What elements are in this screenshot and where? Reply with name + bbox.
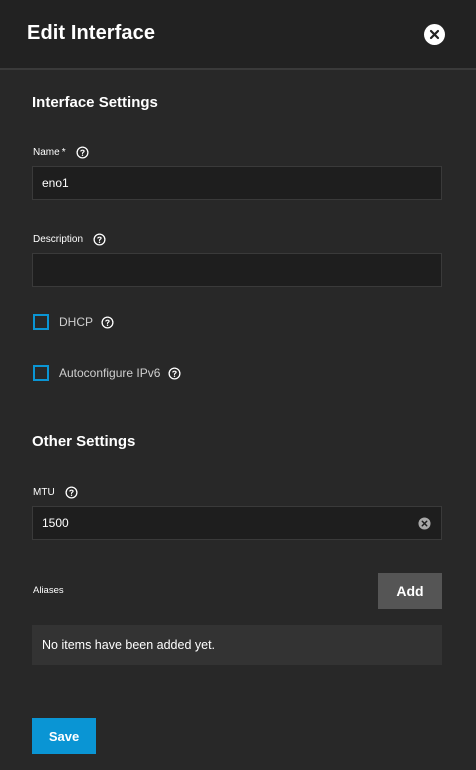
panel-header: Edit Interface — [0, 0, 476, 70]
description-label: Description — [33, 233, 106, 246]
mtu-label: MTU — [33, 486, 78, 499]
autoconfigure-ipv6-help-icon[interactable] — [168, 366, 181, 380]
name-label-text: Name * — [33, 147, 66, 158]
aliases-label: Aliases — [33, 585, 64, 596]
autoconfigure-ipv6-row: Autoconfigure IPv6 — [33, 365, 181, 381]
aliases-empty-text: No items have been added yet. — [42, 638, 216, 652]
dhcp-row: DHCP — [33, 314, 114, 330]
dhcp-help-icon[interactable] — [101, 315, 114, 329]
aliases-empty-state: No items have been added yet. — [32, 625, 442, 665]
name-input-value: eno1 — [42, 176, 69, 190]
add-alias-button[interactable]: Add — [378, 573, 442, 609]
description-help-icon[interactable] — [93, 233, 106, 246]
save-button[interactable]: Save — [32, 718, 96, 754]
name-input[interactable]: eno1 — [32, 166, 442, 200]
close-button[interactable] — [424, 24, 445, 45]
description-label-text: Description — [33, 234, 84, 245]
name-label: Name * — [33, 146, 89, 159]
mtu-label-text: MTU — [33, 487, 55, 498]
dhcp-label[interactable]: DHCP — [59, 315, 93, 329]
interface-settings-title: Interface Settings — [32, 94, 158, 111]
name-help-icon[interactable] — [76, 146, 89, 159]
dhcp-checkbox[interactable] — [33, 314, 49, 330]
mtu-input-value: 1500 — [42, 516, 69, 530]
autoconfigure-ipv6-label[interactable]: Autoconfigure IPv6 — [59, 366, 160, 380]
autoconfigure-ipv6-checkbox[interactable] — [33, 365, 49, 381]
other-settings-title: Other Settings — [32, 433, 136, 450]
description-input[interactable] — [32, 253, 442, 287]
mtu-input[interactable]: 1500 — [32, 506, 442, 540]
edit-interface-panel: Edit Interface Interface Settings Name * … — [0, 0, 476, 770]
panel-title: Edit Interface — [27, 22, 156, 44]
close-icon — [429, 29, 440, 40]
mtu-help-icon[interactable] — [65, 486, 78, 499]
clear-circle-icon[interactable] — [418, 517, 431, 530]
